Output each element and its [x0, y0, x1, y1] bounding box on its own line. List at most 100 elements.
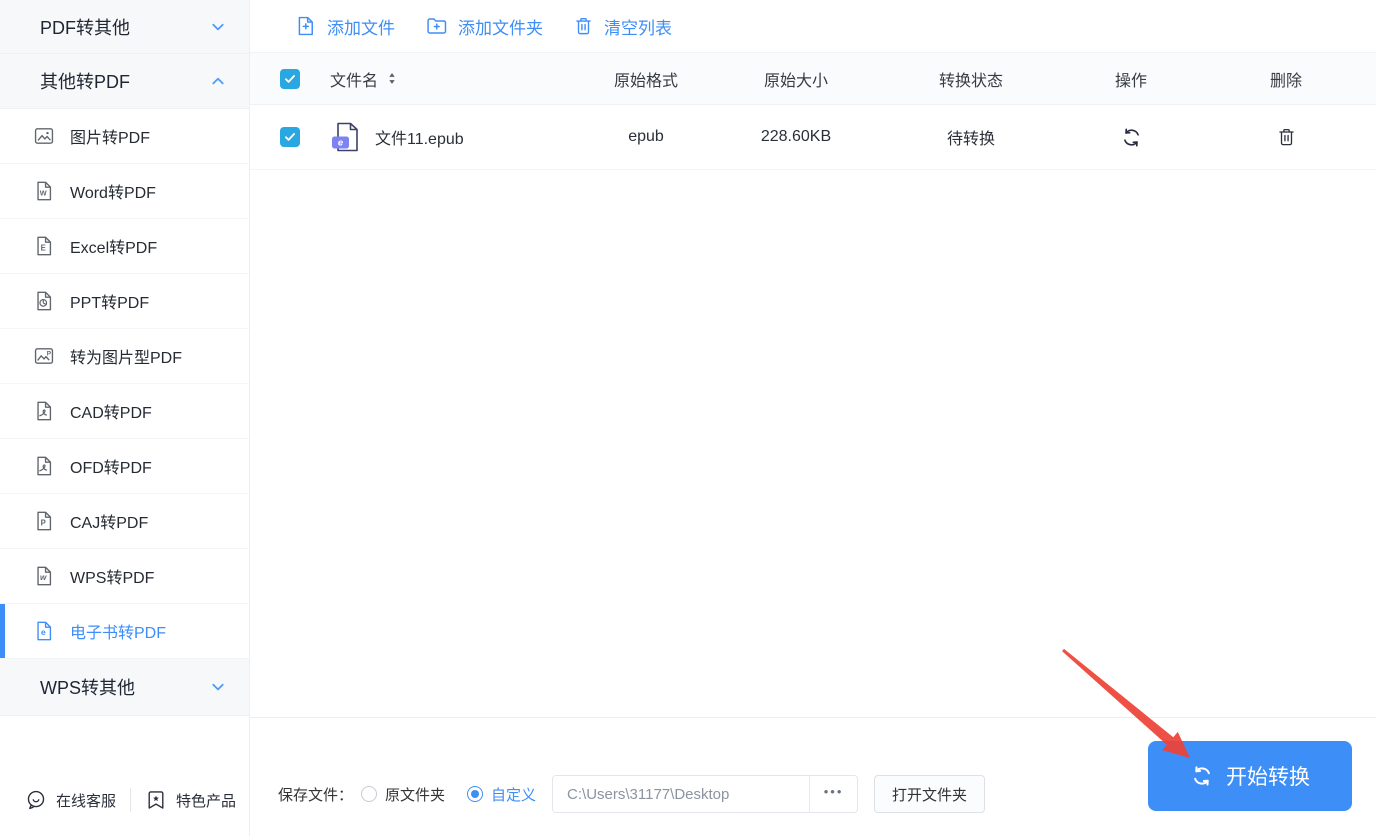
ppt-doc-icon: [33, 290, 55, 312]
check-icon: [285, 133, 295, 141]
save-path-input[interactable]: [553, 776, 810, 812]
save-path-group: •••: [552, 775, 859, 813]
add-file-label: 添加文件: [327, 18, 395, 38]
row-checkbox[interactable]: [280, 127, 300, 147]
sidebar-footer: 在线客服 特色产品: [0, 764, 249, 836]
svg-text:w: w: [40, 573, 47, 582]
column-header-status: 转换状态: [938, 72, 1003, 90]
cad-doc-icon: [33, 400, 55, 422]
sidebar-item-ebook-to-pdf[interactable]: e 电子书转PDF: [0, 604, 249, 659]
radio-custom-label: 自定义: [491, 786, 537, 804]
radio-circle-checked[interactable]: [467, 786, 484, 802]
file-format: epub: [628, 128, 664, 145]
sidebar-item-cad-to-pdf[interactable]: CAD转PDF: [0, 384, 249, 439]
radio-circle[interactable]: [361, 786, 378, 802]
select-all-checkbox[interactable]: [280, 68, 300, 89]
caj-doc-icon: P: [33, 510, 55, 532]
clear-list-label: 清空列表: [604, 18, 672, 38]
sidebar-item-wps-to-pdf[interactable]: w WPS转PDF: [0, 549, 249, 604]
clear-list-button[interactable]: 清空列表: [573, 14, 672, 39]
sidebar-item-label: 电子书转PDF: [70, 625, 167, 642]
empty-list-area: [250, 170, 1376, 717]
sidebar-item-label: OFD转PDF: [70, 460, 152, 477]
sidebar-item-label: CAJ转PDF: [70, 515, 149, 532]
sidebar-item-label: CAD转PDF: [70, 405, 152, 422]
add-file-icon: [298, 16, 313, 36]
trash-icon: [576, 17, 591, 35]
sidebar-item-ofd-to-pdf[interactable]: OFD转PDF: [0, 439, 249, 494]
row-convert-button[interactable]: [1118, 124, 1145, 151]
file-status: 待转换: [946, 131, 995, 148]
sidebar-item-ppt-to-pdf[interactable]: PPT转PDF: [0, 274, 249, 329]
svg-text:e: e: [338, 138, 344, 149]
sidebar-item-to-image-pdf[interactable]: P 转为图片型PDF: [0, 329, 249, 384]
add-folder-label: 添加文件夹: [458, 18, 543, 38]
chevron-up-icon: [212, 77, 224, 85]
sidebar: PDF转其他 其他转PDF 图片转PDF W Word转PDF E Excel转…: [0, 0, 250, 836]
save-file-label: 保存文件：: [278, 786, 354, 804]
badge-star-icon: [148, 791, 164, 809]
file-size: 228.60KB: [760, 128, 832, 145]
add-file-button[interactable]: 添加文件: [295, 14, 395, 39]
wps-doc-icon: w: [33, 565, 55, 587]
refresh-icon: [1123, 127, 1139, 147]
open-folder-button[interactable]: 打开文件夹: [874, 775, 986, 813]
file-name: 文件11.epub: [375, 131, 464, 148]
table-header-row: 文件名 原始格式 原始大小 转换状态 操作 删除: [250, 53, 1376, 105]
sidebar-item-label: 图片转PDF: [70, 130, 151, 147]
ebook-doc-icon: e: [33, 620, 55, 642]
image-pdf-icon: P: [33, 345, 55, 367]
sidebar-item-label: Excel转PDF: [70, 240, 158, 257]
svg-text:W: W: [40, 188, 47, 197]
check-icon: [285, 74, 295, 83]
online-support-link[interactable]: 在线客服: [25, 789, 116, 811]
featured-products-link[interactable]: 特色产品: [145, 789, 236, 811]
bottom-bar: 保存文件： 原文件夹 自定义 ••• 打开文件夹 开始转换: [250, 717, 1376, 836]
footer-divider: [130, 788, 132, 812]
sidebar-item-label: PPT转PDF: [70, 295, 150, 312]
sidebar-item-word-to-pdf[interactable]: W Word转PDF: [0, 164, 249, 219]
chevron-down-icon: [212, 23, 224, 30]
image-icon: [33, 125, 55, 147]
online-support-label: 在线客服: [56, 792, 117, 810]
svg-text:e: e: [41, 627, 46, 637]
refresh-icon: [1194, 766, 1210, 786]
svg-text:E: E: [41, 243, 46, 252]
app-window: PDF转其他 其他转PDF 图片转PDF W Word转PDF E Excel转…: [0, 0, 1376, 836]
chat-smiley-icon: [27, 790, 45, 810]
sidebar-item-caj-to-pdf[interactable]: P CAJ转PDF: [0, 494, 249, 549]
row-delete-button[interactable]: [1274, 124, 1299, 150]
sidebar-section-other-to-pdf[interactable]: 其他转PDF: [0, 54, 249, 109]
add-folder-button[interactable]: 添加文件夹: [425, 14, 543, 39]
featured-products-label: 特色产品: [176, 792, 237, 810]
sidebar-section-wps-to-other[interactable]: WPS转其他: [0, 659, 249, 716]
section-label: WPS转其他: [40, 678, 136, 698]
word-doc-icon: W: [33, 180, 55, 202]
browse-path-button[interactable]: •••: [809, 776, 858, 812]
chevron-down-icon: [212, 683, 224, 691]
column-header-filename: 文件名: [330, 72, 379, 90]
excel-doc-icon: E: [33, 235, 55, 257]
svg-text:P: P: [41, 518, 46, 527]
column-header-format: 原始格式: [613, 72, 678, 90]
add-folder-icon: [427, 18, 447, 34]
sidebar-item-excel-to-pdf[interactable]: E Excel转PDF: [0, 219, 249, 274]
sidebar-section-pdf-to-other[interactable]: PDF转其他: [0, 0, 249, 54]
toolbar: 添加文件 添加文件夹 清空列表: [250, 0, 1376, 53]
epub-file-icon: e: [330, 121, 360, 153]
section-label: 其他转PDF: [40, 72, 130, 92]
column-header-delete: 删除: [1269, 72, 1302, 90]
radio-original-label: 原文件夹: [385, 786, 446, 804]
table-row: e 文件11.epub epub 228.60KB 待转换: [250, 105, 1376, 170]
start-convert-button[interactable]: 开始转换: [1148, 741, 1352, 811]
column-header-action: 操作: [1114, 72, 1147, 90]
column-header-size: 原始大小: [763, 72, 828, 90]
sidebar-item-image-to-pdf[interactable]: 图片转PDF: [0, 109, 249, 164]
radio-custom-folder[interactable]: 自定义: [467, 784, 536, 805]
trash-icon: [1278, 128, 1294, 146]
sort-icon[interactable]: [387, 71, 397, 86]
sidebar-item-label: Word转PDF: [70, 185, 156, 202]
sidebar-item-label: 转为图片型PDF: [70, 350, 183, 367]
ofd-doc-icon: [33, 455, 55, 477]
radio-original-folder[interactable]: 原文件夹: [361, 784, 445, 805]
